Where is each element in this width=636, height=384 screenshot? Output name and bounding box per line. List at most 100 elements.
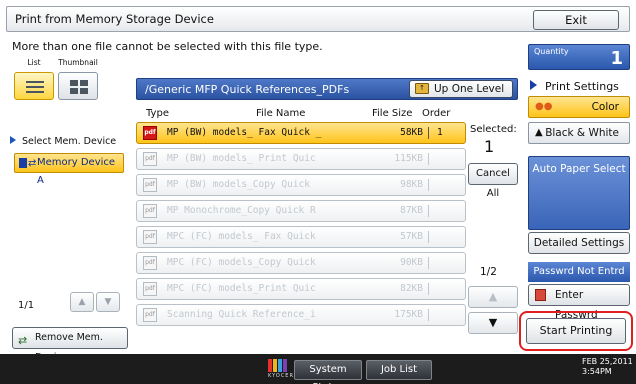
start-printing-button[interactable]: Start Printing xyxy=(526,318,626,344)
title-bar: Print from Memory Storage Device Exit xyxy=(6,6,630,32)
file-page-indicator: 1/2 xyxy=(480,266,497,278)
pdf-file-icon: pdf xyxy=(143,204,157,218)
file-size: 58KB xyxy=(400,127,423,138)
password-status: Passwrd Not Entrd xyxy=(528,262,630,282)
black-white-option-button[interactable]: ▲ Black & White xyxy=(528,122,630,144)
file-name: MPC (FC) models_Print Quic xyxy=(167,283,316,294)
selected-count: 1 xyxy=(484,137,495,156)
up-one-level-button[interactable]: ↑ Up One Level xyxy=(409,80,513,98)
column-divider xyxy=(428,127,429,139)
up-arrow-icon: ▲ xyxy=(78,297,86,307)
page-title: Print from Memory Storage Device xyxy=(15,12,214,26)
pdf-file-icon: pdf xyxy=(143,230,157,244)
select-device-text: Select Mem. Device xyxy=(22,136,117,147)
column-divider xyxy=(428,231,429,243)
select-device-label: Select Mem. Device xyxy=(10,136,116,147)
thumbnail-tab-label: Thumbnail xyxy=(58,58,98,67)
pdf-file-icon: pdf xyxy=(143,282,157,296)
color-option-button[interactable]: ●● Color xyxy=(528,96,630,118)
column-type-header: Type xyxy=(146,108,169,119)
pdf-file-icon: pdf xyxy=(143,178,157,192)
up-one-level-label: Up One Level xyxy=(434,83,505,95)
column-divider xyxy=(428,283,429,295)
file-size: 98KB xyxy=(400,179,423,190)
file-row-selected[interactable]: pdf MP (BW) models_ Fax Quick _ 58KB 1 xyxy=(136,122,466,144)
page-down-button[interactable]: ▼ xyxy=(468,312,518,334)
device-page-indicator: 1/1 xyxy=(18,300,35,311)
folder-up-icon: ↑ xyxy=(415,83,429,94)
file-name: MPC (FC) models_Copy Quick xyxy=(167,257,316,268)
column-filename-header: File Name xyxy=(256,108,306,119)
time: 3:54PM xyxy=(582,367,612,376)
pdf-file-icon: pdf xyxy=(143,152,157,166)
triangle-right-icon xyxy=(530,80,537,90)
list-view-icon xyxy=(26,81,44,93)
device-scroll-down-button[interactable]: ▼ xyxy=(96,292,120,312)
detailed-settings-button[interactable]: Detailed Settings xyxy=(528,232,630,254)
main-screen: Print from Memory Storage Device Exit Mo… xyxy=(0,0,636,363)
auto-paper-select-button[interactable]: Auto Paper Select xyxy=(528,156,630,230)
list-tab-label: List xyxy=(27,58,41,67)
kyocera-logo: KYOCERA xyxy=(268,359,297,379)
pdf-file-icon: pdf xyxy=(143,256,157,270)
print-settings-label: Print Settings xyxy=(545,80,619,93)
selected-label: Selected: xyxy=(470,124,517,135)
up-arrow-icon: ▲ xyxy=(488,290,498,303)
file-size: 90KB xyxy=(400,257,423,268)
column-divider xyxy=(428,309,429,321)
memory-device-a-button[interactable]: ⇄ Memory Device A xyxy=(14,153,124,186)
thumbnail-view-tab[interactable] xyxy=(58,72,98,100)
down-arrow-icon: ▼ xyxy=(104,297,112,307)
file-name: MP (BW) models_ Print Quic xyxy=(167,153,316,164)
system-status-button[interactable]: System Status xyxy=(294,360,362,384)
color-mode-icon: ●● xyxy=(535,101,553,112)
remove-device-icon: ⇄ xyxy=(18,334,28,347)
column-divider xyxy=(428,257,429,269)
column-divider xyxy=(428,153,429,165)
date: FEB 25,2011 xyxy=(582,357,633,366)
enter-password-button[interactable]: Enter Passwrd xyxy=(528,284,630,321)
file-row[interactable]: pdf MP Monochrome_Copy Quick R 87KB xyxy=(136,200,466,222)
column-filesize-header: File Size xyxy=(372,108,413,119)
file-size: 115KB xyxy=(394,153,423,164)
file-name: Scanning Quick Reference_i xyxy=(167,309,316,320)
file-name: MP Monochrome_Copy Quick R xyxy=(167,205,316,216)
down-arrow-icon: ▼ xyxy=(488,316,498,329)
usb-icon: ⇄ xyxy=(28,158,37,169)
job-list-button[interactable]: Job List xyxy=(366,360,432,380)
file-row[interactable]: pdf MPC (FC) models_ Fax Quick 57KB xyxy=(136,226,466,248)
exit-button[interactable]: Exit xyxy=(533,10,619,30)
quantity-value: 1 xyxy=(610,48,623,69)
file-row[interactable]: pdf MPC (FC) models_Copy Quick 90KB xyxy=(136,252,466,274)
file-name: MP (BW) models_ Fax Quick _ xyxy=(167,127,322,138)
list-view-tab[interactable] xyxy=(14,72,54,100)
file-row[interactable]: pdf MPC (FC) models_Print Quic 82KB xyxy=(136,278,466,300)
file-order: 1 xyxy=(437,127,443,138)
file-size: 87KB xyxy=(400,205,423,216)
quantity-display: Quantity 1 xyxy=(528,44,630,70)
date-time: FEB 25,2011 3:54PM xyxy=(582,357,633,377)
file-row[interactable]: pdf MP (BW) models_ Print Quic 115KB xyxy=(136,148,466,170)
device-scroll-up-button[interactable]: ▲ xyxy=(70,292,94,312)
path-bar: /Generic MFP Quick References_PDFs ↑ Up … xyxy=(136,78,518,100)
quantity-label: Quantity xyxy=(534,47,569,56)
thumbnail-view-icon xyxy=(70,80,88,94)
memory-card-icon xyxy=(19,158,27,168)
file-row[interactable]: pdf Scanning Quick Reference_i 175KB xyxy=(136,304,466,326)
cancel-all-button[interactable]: Cancel All xyxy=(468,163,518,199)
column-order-header: Order xyxy=(422,108,451,119)
status-message: More than one file cannot be selected wi… xyxy=(12,40,323,53)
file-name: MPC (FC) models_ Fax Quick xyxy=(167,231,316,242)
file-row[interactable]: pdf MP (BW) models_Copy Quick 98KB xyxy=(136,174,466,196)
remove-device-button[interactable]: ⇄ Remove Mem. Device xyxy=(12,327,128,363)
current-path: /Generic MFP Quick References_PDFs xyxy=(145,83,350,96)
pdf-file-icon: pdf xyxy=(143,126,157,140)
file-size: 57KB xyxy=(400,231,423,242)
password-icon xyxy=(535,289,546,301)
file-size: 82KB xyxy=(400,283,423,294)
page-up-button[interactable]: ▲ xyxy=(468,286,518,308)
file-name: MP (BW) models_Copy Quick xyxy=(167,179,310,190)
print-settings-header: Print Settings xyxy=(530,80,619,93)
pdf-file-icon: pdf xyxy=(143,308,157,322)
column-divider xyxy=(428,179,429,191)
